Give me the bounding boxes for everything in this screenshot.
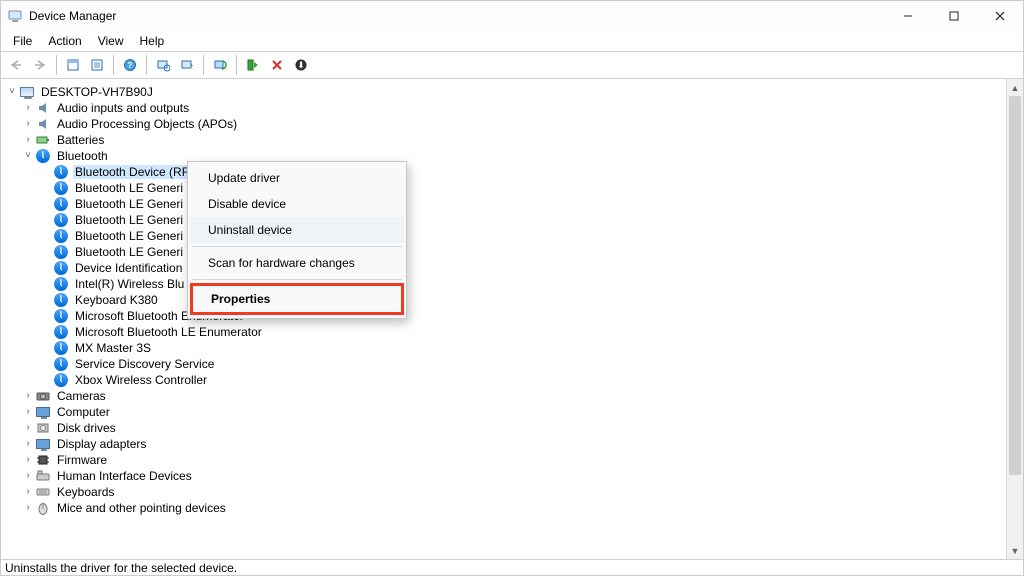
- tree-category[interactable]: ›Human Interface Devices: [5, 468, 1023, 483]
- minimize-button[interactable]: [885, 1, 931, 31]
- enable-device-button[interactable]: [242, 54, 264, 76]
- tree-item[interactable]: ·⌇Microsoft Bluetooth LE Enumerator: [5, 324, 1023, 339]
- context-menu-item[interactable]: Uninstall device: [190, 217, 404, 243]
- tree-category[interactable]: ›Computer: [5, 404, 1023, 419]
- scroll-down-button[interactable]: ▼: [1007, 542, 1023, 559]
- tree-item[interactable]: ·⌇Bluetooth LE Generi: [5, 228, 1023, 243]
- context-menu-separator: [192, 246, 402, 247]
- tree-category[interactable]: ›Disk drives: [5, 420, 1023, 435]
- menu-view[interactable]: View: [90, 33, 132, 49]
- status-text: Uninstalls the driver for the selected d…: [5, 561, 237, 575]
- status-bar: Uninstalls the driver for the selected d…: [1, 559, 1023, 575]
- tree-item[interactable]: ·⌇MX Master 3S: [5, 340, 1023, 355]
- highlight-annotation: Properties: [190, 283, 404, 315]
- context-menu: Update driverDisable deviceUninstall dev…: [187, 161, 407, 319]
- maximize-button[interactable]: [931, 1, 977, 31]
- help-button[interactable]: ?: [119, 54, 141, 76]
- tree-category[interactable]: ›Cameras: [5, 388, 1023, 403]
- scroll-thumb[interactable]: [1009, 96, 1021, 475]
- tree-item[interactable]: ·⌇Intel(R) Wireless Blu: [5, 276, 1023, 291]
- back-button[interactable]: [5, 54, 27, 76]
- tree-category[interactable]: ›Batteries: [5, 132, 1023, 147]
- menu-bar: File Action View Help: [1, 31, 1023, 51]
- context-menu-separator: [192, 279, 402, 280]
- add-legacy-button[interactable]: [176, 54, 198, 76]
- tree-item[interactable]: ·⌇Keyboard K380: [5, 292, 1023, 307]
- vertical-scrollbar[interactable]: ▲ ▼: [1006, 79, 1023, 559]
- tree-item[interactable]: ·⌇Xbox Wireless Controller: [5, 372, 1023, 387]
- tree-category[interactable]: ›Audio Processing Objects (APOs): [5, 116, 1023, 131]
- svg-text:?: ?: [128, 61, 133, 70]
- tree-item[interactable]: ·⌇Service Discovery Service: [5, 356, 1023, 371]
- tree-item[interactable]: ·⌇Bluetooth LE Generi: [5, 196, 1023, 211]
- tree-item[interactable]: ·⌇Bluetooth Device (RFCOMM Protocol TDI): [5, 164, 1023, 179]
- menu-help[interactable]: Help: [132, 33, 173, 49]
- update-driver-toolbar-button[interactable]: [209, 54, 231, 76]
- scroll-track[interactable]: [1007, 96, 1023, 542]
- context-menu-item[interactable]: Update driver: [190, 165, 404, 191]
- title-bar: Device Manager: [1, 1, 1023, 31]
- context-menu-item[interactable]: Scan for hardware changes: [190, 250, 404, 276]
- scan-button[interactable]: [152, 54, 174, 76]
- tree-item[interactable]: ·⌇Bluetooth LE Generi: [5, 244, 1023, 259]
- tree-category[interactable]: ›Display adapters: [5, 436, 1023, 451]
- tree-category[interactable]: ›Audio inputs and outputs: [5, 100, 1023, 115]
- tree-item[interactable]: ·⌇Bluetooth LE Generi: [5, 180, 1023, 195]
- tree-category[interactable]: ›Firmware: [5, 452, 1023, 467]
- close-button[interactable]: [977, 1, 1023, 31]
- tree-category[interactable]: ›Mice and other pointing devices: [5, 500, 1023, 515]
- context-menu-item[interactable]: Disable device: [190, 191, 404, 217]
- tree-item[interactable]: ·⌇Microsoft Bluetooth Enumerator: [5, 308, 1023, 323]
- forward-button[interactable]: [29, 54, 51, 76]
- tree-item[interactable]: ·⌇Bluetooth LE Generi: [5, 212, 1023, 227]
- menu-action[interactable]: Action: [40, 33, 89, 49]
- scroll-up-button[interactable]: ▲: [1007, 79, 1023, 96]
- uninstall-device-button[interactable]: [266, 54, 288, 76]
- properties-toolbar-button[interactable]: [86, 54, 108, 76]
- window-title: Device Manager: [29, 9, 116, 23]
- toolbar: ? ⬇: [1, 51, 1023, 79]
- disable-device-button[interactable]: ⬇: [290, 54, 312, 76]
- app-icon: [7, 8, 23, 24]
- device-tree[interactable]: ˅DESKTOP-VH7B90J›Audio inputs and output…: [1, 79, 1023, 559]
- tree-item[interactable]: ·⌇Device Identification: [5, 260, 1023, 275]
- tree-category[interactable]: ˅⌇Bluetooth: [5, 148, 1023, 163]
- context-menu-item[interactable]: Properties: [193, 286, 401, 312]
- menu-file[interactable]: File: [5, 33, 40, 49]
- tree-root[interactable]: ˅DESKTOP-VH7B90J: [5, 84, 1023, 99]
- show-hidden-button[interactable]: [62, 54, 84, 76]
- tree-category[interactable]: ›Keyboards: [5, 484, 1023, 499]
